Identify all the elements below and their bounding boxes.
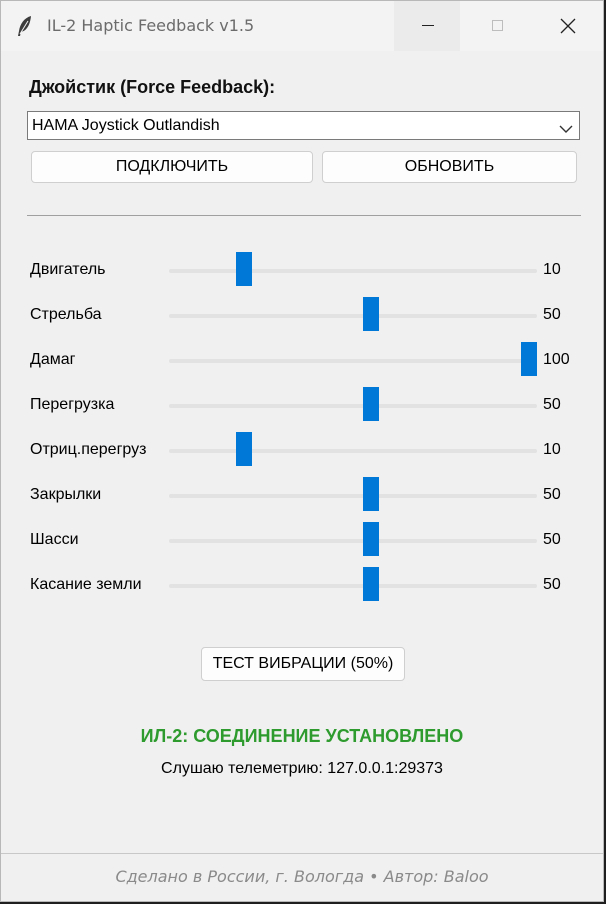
telemetry-status: Слушаю телеметрию: 127.0.0.1:29373 [161,760,443,777]
test-vibration-button[interactable]: ТЕСТ ВИБРАЦИИ (50%) [201,647,405,681]
slider-row: Дамаг 100 [1,340,601,380]
slider-row: Закрылки 50 [1,475,601,515]
slider-value: 50 [543,576,561,593]
slider-track[interactable] [169,314,537,318]
feather-icon [15,15,35,37]
separator [27,215,581,216]
slider-value: 50 [543,486,561,503]
slider-label: Отриц.перегруз [30,441,147,458]
slider-label: Стрельба [30,306,102,323]
minimize-button[interactable] [394,1,460,51]
joystick-selected-value: HAMA Joystick Outlandish [32,117,220,134]
slider-thumb[interactable] [362,387,379,421]
slider-track[interactable] [169,269,537,273]
slider-value: 10 [543,441,561,458]
footer-credits: Сделано в России, г. Вологда • Автор: Ba… [115,867,489,886]
slider-value: 50 [543,396,561,413]
app-window: IL-2 Haptic Feedback v1.5 Джойстик (Forc… [0,0,604,902]
slider-track[interactable] [169,404,537,408]
maximize-button[interactable] [464,1,530,51]
close-icon [560,18,576,34]
slider-label: Шасси [30,531,79,548]
slider-thumb[interactable] [521,342,537,376]
slider-value: 50 [543,306,561,323]
slider-value: 100 [543,351,570,368]
slider-row: Двигатель 10 [1,250,601,290]
slider-thumb[interactable] [235,432,252,466]
slider-track[interactable] [169,449,537,453]
slider-row: Шасси 50 [1,520,601,560]
slider-thumb[interactable] [362,567,379,601]
footer-divider [1,853,603,854]
title-bar[interactable]: IL-2 Haptic Feedback v1.5 [1,1,603,51]
slider-thumb[interactable] [362,297,379,331]
slider-label: Двигатель [30,261,106,278]
slider-row: Касание земли 50 [1,565,601,605]
connection-status: ИЛ-2: СОЕДИНЕНИЕ УСТАНОВЛЕНО [140,726,464,746]
slider-track[interactable] [169,494,537,498]
slider-value: 10 [543,261,561,278]
slider-thumb[interactable] [362,477,379,511]
slider-thumb[interactable] [235,252,252,286]
slider-label: Закрылки [30,486,102,503]
slider-track[interactable] [169,539,537,543]
slider-label: Перегрузка [30,396,115,413]
slider-label: Дамаг [30,351,76,368]
slider-label: Касание земли [30,576,142,593]
slider-row: Стрельба 50 [1,295,601,335]
window-title: IL-2 Haptic Feedback v1.5 [47,16,255,35]
chevron-down-icon[interactable] [559,121,573,139]
joystick-select[interactable]: HAMA Joystick Outlandish [27,111,580,140]
close-button[interactable] [534,1,600,51]
slider-track[interactable] [169,359,537,363]
slider-thumb[interactable] [362,522,379,556]
slider-row: Перегрузка 50 [1,385,601,425]
slider-value: 50 [543,531,561,548]
connect-button[interactable]: ПОДКЛЮЧИТЬ [31,151,313,183]
refresh-button[interactable]: ОБНОВИТЬ [322,151,577,183]
slider-track[interactable] [169,584,537,588]
slider-row: Отриц.перегруз 10 [1,430,601,470]
joystick-label: Джойстик (Force Feedback): [29,77,276,97]
